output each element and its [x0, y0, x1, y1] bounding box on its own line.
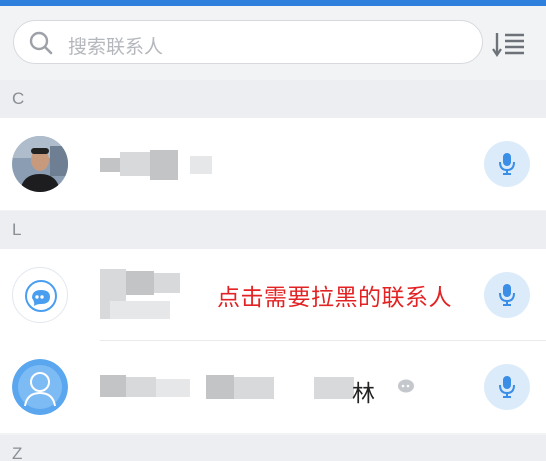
search-icon [29, 31, 53, 55]
blurred-name [154, 273, 180, 293]
contact-row[interactable]: 林 [0, 341, 546, 433]
search-placeholder: 搜索联系人 [68, 36, 164, 58]
chat-bubble-icon [398, 379, 414, 393]
sort-icon[interactable] [492, 30, 526, 58]
section-header-l: L [0, 211, 546, 249]
contact-name-visible-part: 林 [352, 381, 375, 407]
person-silhouette-icon [12, 359, 68, 415]
tutorial-annotation: 点击需要拉黑的联系人 [217, 285, 452, 311]
voice-call-button[interactable] [484, 272, 530, 318]
search-bar-row: 搜索联系人 [0, 6, 546, 81]
blurred-name [206, 375, 234, 399]
default-person-avatar [12, 359, 68, 415]
blurred-name [100, 375, 126, 397]
message-bubble-avatar [12, 267, 68, 323]
blurred-name [100, 158, 122, 172]
voice-call-button[interactable] [484, 141, 530, 187]
blurred-detail [110, 301, 170, 319]
section-header-z: Z [0, 435, 546, 461]
voice-call-button[interactable] [484, 364, 530, 410]
microphone-icon [499, 376, 515, 398]
blurred-name [126, 271, 154, 295]
message-bubble-icon [25, 280, 57, 312]
blurred-name [120, 152, 150, 176]
blurred-name [234, 377, 274, 399]
blurred-name [190, 156, 212, 174]
blurred-name [126, 377, 156, 397]
blurred-name [314, 377, 354, 399]
blurred-name [150, 150, 178, 180]
search-input[interactable]: 搜索联系人 [13, 20, 483, 64]
blurred-name [156, 379, 190, 397]
photo-avatar [12, 136, 68, 192]
contact-row[interactable] [0, 118, 546, 210]
microphone-icon [499, 284, 515, 306]
section-header-c: C [0, 80, 546, 118]
microphone-icon [499, 153, 515, 175]
